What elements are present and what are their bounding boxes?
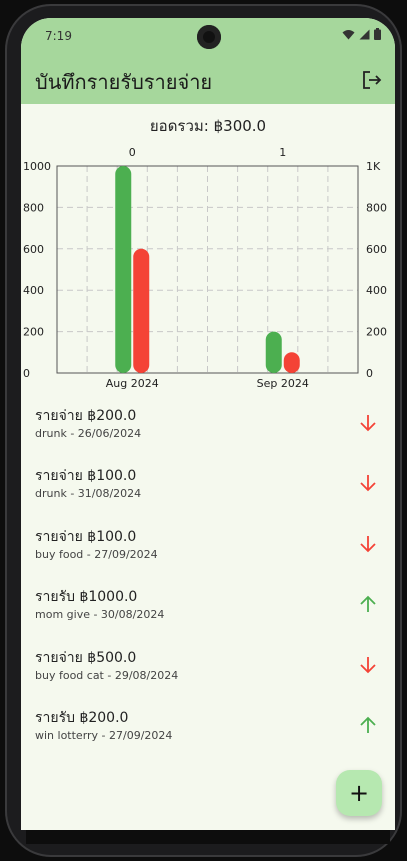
arrow-down-icon — [360, 415, 376, 432]
chart-bar — [283, 352, 300, 373]
transaction-amount: รายจ่าย ฿100.0 — [35, 468, 137, 485]
transaction-row[interactable]: รายจ่าย ฿200.0 drunk - 26/06/2024 — [21, 396, 395, 456]
arrow-down-icon — [360, 535, 376, 553]
y-tick-label-left: 400 — [23, 284, 44, 297]
transaction-detail: win lotterry - 27/09/2024 — [35, 728, 173, 742]
total-balance: ยอดรวม: ฿300.0 — [149, 117, 267, 135]
top-axis-label: 1 — [279, 146, 286, 159]
screen: 7:19 บันทึกรายรับรายจ่าย ยอดรวม: ฿300.0 … — [21, 18, 395, 830]
app-bar: บันทึกรายรับรายจ่าย — [21, 56, 395, 104]
wifi-icon — [342, 29, 355, 39]
transaction-amount: รายจ่าย ฿500.0 — [35, 649, 137, 666]
transaction-row[interactable]: รายจ่าย ฿500.0 buy food cat - 29/08/2024 — [21, 638, 395, 698]
transaction-amount: รายรับ ฿1000.0 — [35, 589, 138, 606]
status-time: 7:19 — [45, 29, 72, 43]
chart-bar — [133, 248, 150, 373]
transaction-detail: mom give - 30/08/2024 — [35, 608, 165, 622]
y-tick-label-right: 200 — [366, 326, 387, 339]
arrow-up-icon — [360, 716, 376, 733]
transaction-row[interactable]: รายจ่าย ฿100.0 drunk - 31/08/2024 — [21, 456, 395, 516]
bottom-bezel — [26, 830, 390, 844]
status-icons — [342, 28, 381, 40]
camera-cutout — [197, 25, 221, 49]
transaction-amount: รายรับ ฿200.0 — [35, 709, 129, 726]
transaction-detail: drunk - 31/08/2024 — [35, 487, 142, 501]
x-tick-label: Sep 2024 — [257, 377, 309, 390]
summary-bar-chart: 0 200 400 600 800 1000 0 200 400 600 800 1K Aug 2024… — [23, 146, 387, 390]
x-tick-label: Aug 2024 — [106, 377, 159, 390]
transaction-detail: drunk - 26/06/2024 — [35, 427, 142, 440]
fab-label: + — [348, 779, 370, 807]
y-tick-label-left: 600 — [23, 243, 44, 256]
battery-icon — [374, 28, 381, 40]
transaction-detail: buy food - 27/09/2024 — [35, 547, 158, 561]
y-tick-label-left: 1000 — [23, 160, 51, 173]
add-transaction-button[interactable]: + — [336, 770, 382, 816]
y-tick-label-left: 800 — [23, 201, 44, 214]
y-tick-label-left: 200 — [23, 326, 44, 339]
y-tick-label-right: 800 — [366, 201, 387, 214]
y-tick-label-right: 600 — [366, 243, 387, 256]
transaction-amount: รายจ่าย ฿100.0 — [35, 528, 137, 545]
y-tick-label-right: 1K — [366, 160, 381, 173]
arrow-up-icon — [360, 595, 376, 613]
transaction-list: รายจ่าย ฿200.0 drunk - 26/06/2024 รายจ่าย … — [21, 396, 395, 758]
signal-icon — [359, 29, 370, 39]
y-tick-label-right: 400 — [366, 284, 387, 297]
logout-icon[interactable] — [361, 69, 383, 91]
chart-bar — [115, 166, 132, 373]
phone-frame: 7:19 บันทึกรายรับรายจ่าย ยอดรวม: ฿300.0 … — [5, 4, 402, 857]
transaction-row[interactable]: รายรับ ฿200.0 win lotterry - 27/09/2024 — [21, 698, 395, 758]
transaction-detail: buy food cat - 29/08/2024 — [35, 668, 179, 682]
transaction-amount: รายจ่าย ฿200.0 — [35, 408, 137, 424]
top-axis-label: 0 — [129, 146, 136, 159]
status-bar: 7:19 — [21, 18, 395, 56]
arrow-down-icon — [360, 656, 376, 673]
transaction-row[interactable]: รายจ่าย ฿100.0 buy food - 27/09/2024 — [21, 517, 395, 577]
app-title: บันทึกรายรับรายจ่าย — [35, 70, 213, 94]
arrow-down-icon — [360, 475, 376, 492]
y-tick-label-right: 0 — [366, 367, 373, 380]
y-tick-label-left: 0 — [23, 367, 30, 380]
transaction-row[interactable]: รายรับ ฿1000.0 mom give - 30/08/2024 — [21, 577, 395, 637]
chart-bar — [265, 331, 282, 373]
